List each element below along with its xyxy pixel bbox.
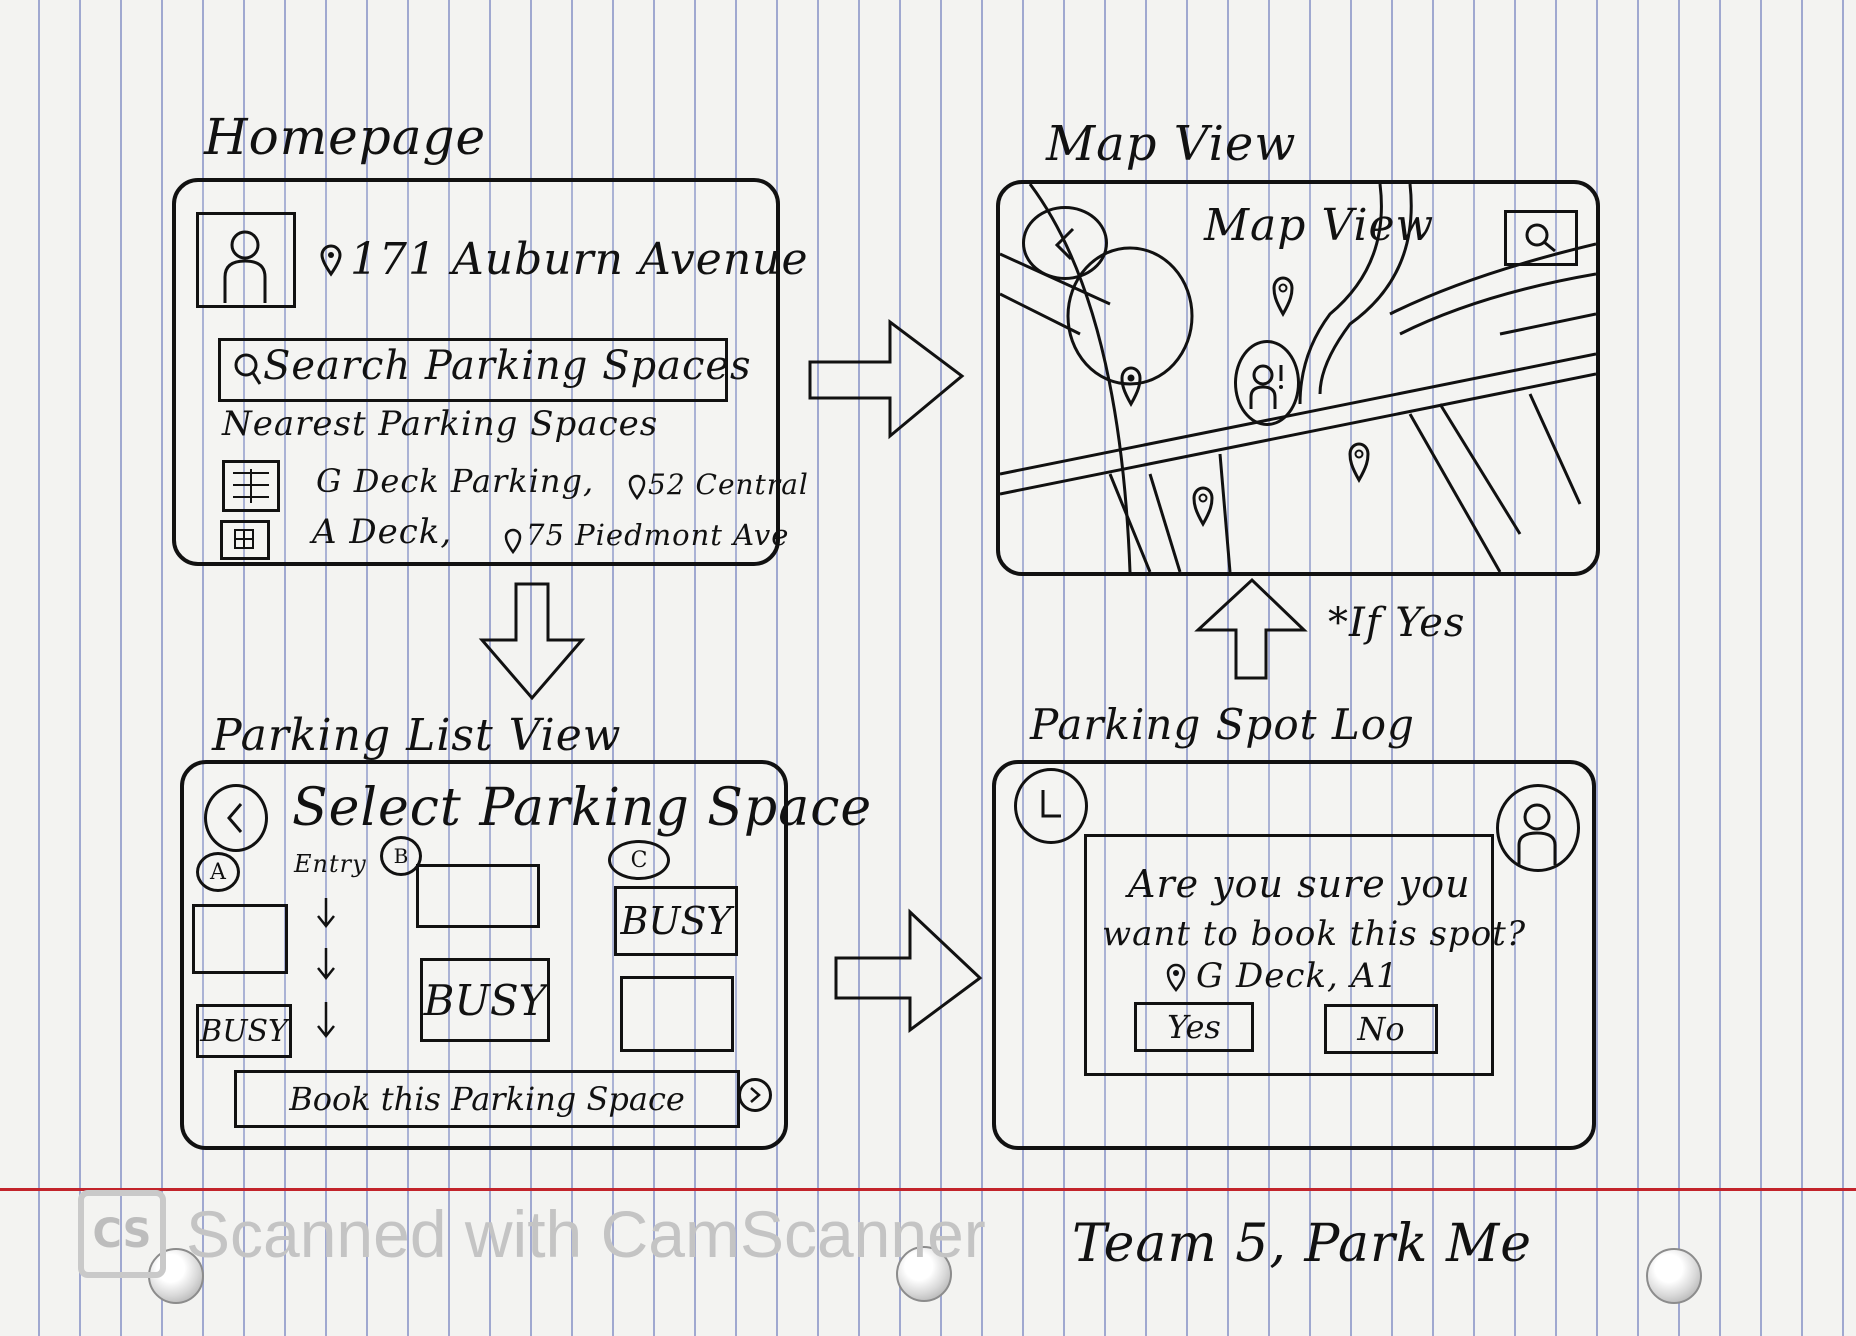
parking-list-heading: Parking List View [212, 710, 622, 761]
back-icon [1054, 227, 1075, 261]
spot-log-heading: Parking Spot Log [1030, 700, 1415, 749]
back-icon [1041, 790, 1061, 818]
parking-spot-busy: BUSY [420, 958, 550, 1042]
user-location-marker[interactable] [1234, 340, 1300, 426]
punch-hole [1646, 1248, 1702, 1304]
space-name: A Deck, [312, 512, 453, 552]
right-arrow [834, 908, 983, 1033]
if-yes-annotation: *If Yes [1328, 600, 1466, 646]
location-pin-icon [628, 474, 646, 501]
parking-spot-available[interactable] [192, 904, 288, 974]
profile-picture[interactable] [196, 212, 296, 308]
yes-button[interactable]: Yes [1134, 1002, 1254, 1052]
search-bar[interactable]: Search Parking Spaces [218, 338, 751, 402]
location-pin-icon [504, 528, 522, 555]
parking-grid-icon [222, 460, 280, 512]
map-pin-icon[interactable] [1272, 276, 1294, 318]
space-name: G Deck Parking, [316, 462, 595, 500]
right-arrow [808, 319, 965, 440]
back-icon [227, 803, 243, 833]
homepage-heading: Homepage [204, 108, 487, 166]
back-button[interactable] [204, 784, 268, 852]
no-button[interactable]: No [1324, 1004, 1438, 1054]
profile-icon [223, 230, 267, 303]
space-address: 75 Piedmont Ave [526, 518, 790, 552]
map-pin-icon[interactable] [1192, 486, 1214, 528]
team-signature: Team 5, Park Me [1072, 1214, 1532, 1274]
parking-spot-busy: BUSY [196, 1004, 292, 1058]
select-space-title: Select Parking Space [292, 778, 873, 838]
section-c-label: C [608, 840, 670, 880]
parking-spot-available[interactable] [620, 976, 734, 1052]
forward-icon [750, 1087, 761, 1103]
camscanner-logo: CS [78, 1190, 166, 1278]
current-address: 171 Auburn Avenue [350, 234, 809, 285]
entry-arrows [317, 898, 335, 1039]
location-pin-icon [1166, 963, 1186, 993]
margin-line [0, 1188, 1856, 1191]
entry-label: Entry [294, 850, 367, 878]
map-view-heading: Map View [1046, 116, 1297, 172]
map-pin-icon[interactable] [1120, 366, 1142, 408]
map-pin-icon[interactable] [1348, 442, 1370, 484]
book-space-button[interactable]: Book this Parking Space [234, 1070, 740, 1128]
forward-button[interactable] [738, 1078, 772, 1112]
search-label: Search Parking Spaces [263, 343, 752, 389]
parking-spot-available[interactable] [416, 864, 540, 928]
down-arrow [478, 582, 586, 701]
search-icon [234, 353, 262, 385]
parking-grid-icon [220, 520, 270, 560]
confirm-question-line1: Are you sure you [1128, 862, 1471, 906]
confirm-question-line2: want to book this spot? [1102, 914, 1527, 954]
profile-icon [1517, 803, 1557, 865]
up-arrow [1194, 577, 1308, 680]
camscanner-watermark: Scanned with CamScanner [186, 1197, 986, 1271]
nearest-spaces-heading: Nearest Parking Spaces [222, 404, 659, 444]
parking-spot-busy: BUSY [614, 886, 738, 956]
profile-icon [1249, 364, 1283, 409]
space-address: 52 Central [648, 468, 809, 501]
location-pin-icon [320, 244, 342, 277]
map-view-title: Map View [1204, 200, 1435, 251]
search-icon [1525, 223, 1556, 253]
profile-button[interactable] [1496, 784, 1580, 872]
map-search-button[interactable] [1504, 210, 1578, 266]
spot-label: G Deck, A1 [1196, 956, 1399, 996]
back-button[interactable] [1014, 768, 1088, 844]
back-button[interactable] [1022, 206, 1108, 280]
section-a-label: A [196, 852, 240, 892]
